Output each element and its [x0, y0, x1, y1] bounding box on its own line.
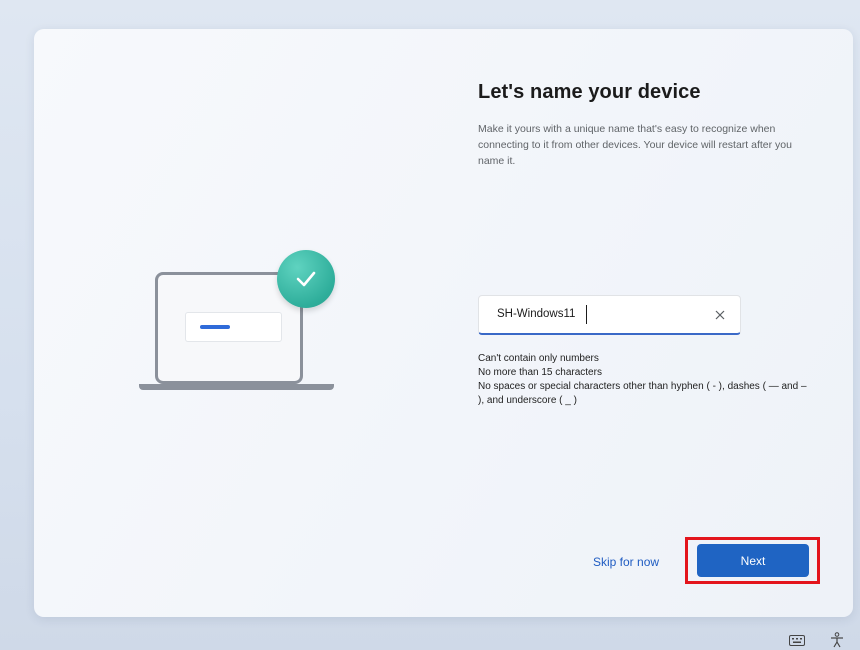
system-tray [788, 632, 846, 648]
keyboard-icon[interactable] [788, 633, 806, 647]
name-requirements: Can't contain only numbers No more than … [478, 352, 808, 408]
name-field-illustration [186, 313, 281, 341]
requirement-item: Can't contain only numbers [478, 353, 599, 364]
page-description: Make it yours with a unique name that's … [478, 123, 792, 167]
accessibility-icon[interactable] [828, 632, 846, 648]
skip-for-now-link[interactable]: Skip for now [593, 555, 659, 569]
requirement-item: No spaces or special characters other th… [478, 381, 807, 406]
device-name-input[interactable]: SH-Windows11 [478, 295, 741, 335]
close-icon[interactable] [710, 305, 730, 325]
oobe-card: Let's name your device Make it yours wit… [34, 29, 853, 617]
text-caret [586, 305, 587, 324]
text-line-illustration [200, 325, 230, 329]
device-illustration [139, 250, 339, 420]
requirement-item: No more than 15 characters [478, 367, 602, 378]
laptop-base [139, 384, 334, 390]
next-button[interactable]: Next [697, 544, 809, 577]
checkmark-icon [277, 250, 335, 308]
page-title: Let's name your device [478, 81, 701, 103]
device-name-value[interactable]: SH-Windows11 [497, 308, 575, 320]
